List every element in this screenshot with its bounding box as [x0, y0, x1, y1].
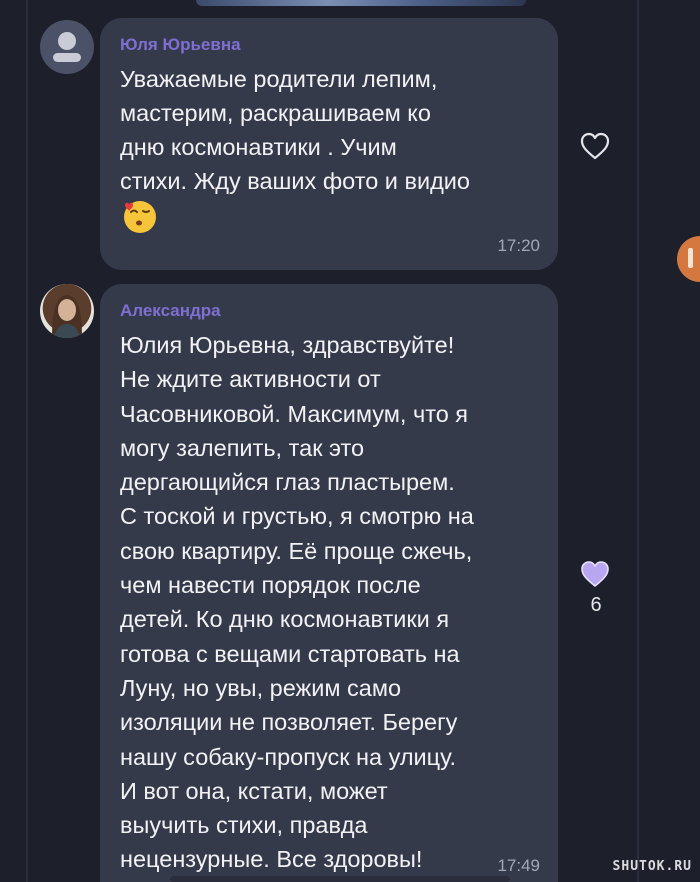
side-button-glyph-icon [688, 248, 693, 268]
left-edge-divider [26, 0, 28, 882]
message-bubble[interactable]: Юля Юрьевна Уважаемые родители лепим, ма… [100, 18, 558, 270]
message-text: Юлия Юрьевна, здравствуйте! Не ждите акт… [120, 332, 474, 873]
heart-filled-icon[interactable] [579, 559, 611, 589]
heart-outline-icon[interactable] [579, 131, 611, 161]
right-edge-divider [637, 0, 639, 882]
side-action-button[interactable] [677, 236, 700, 282]
avatar-placeholder-icon[interactable] [40, 20, 94, 74]
message-time: 17:20 [497, 236, 540, 255]
next-message-edge [170, 876, 510, 882]
message-time: 17:49 [497, 856, 540, 875]
message-text: Уважаемые родители лепим, мастерим, раск… [120, 66, 470, 194]
reaction-count: 6 [590, 594, 602, 616]
avatar-photo[interactable] [40, 284, 94, 338]
previous-message-image[interactable] [196, 0, 526, 6]
watermark: SHUTOK.RU [612, 859, 692, 874]
kissing-face-emoji-icon [124, 201, 156, 233]
message-bubble[interactable]: Александра Юлия Юрьевна, здравствуйте! Н… [100, 284, 558, 882]
sender-name[interactable]: Юля Юрьевна [120, 35, 241, 55]
sender-name[interactable]: Александра [120, 301, 221, 321]
